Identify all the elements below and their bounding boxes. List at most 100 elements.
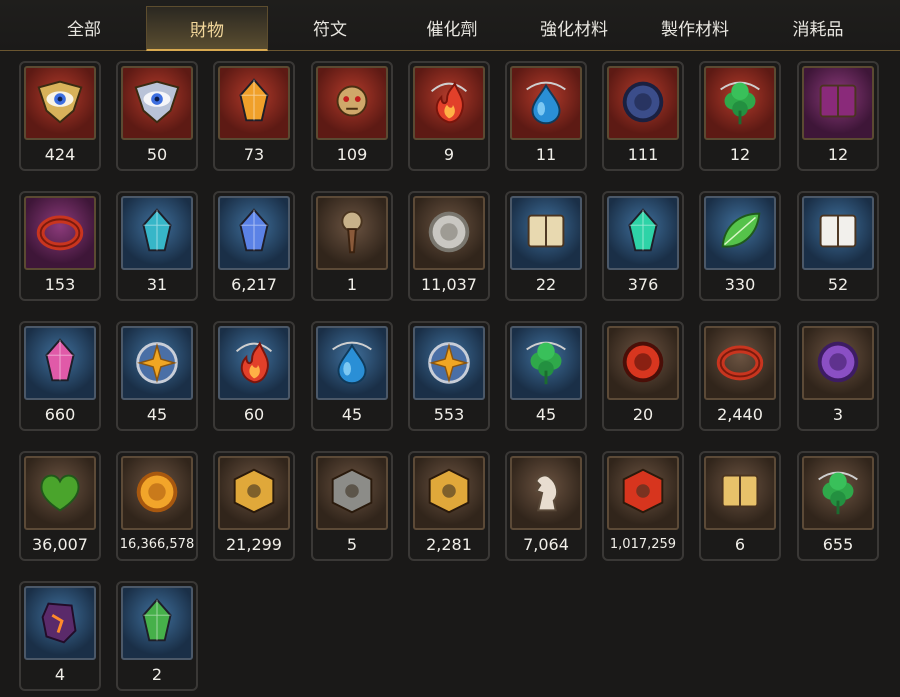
open-book-icon [517, 202, 575, 264]
inventory-slot[interactable]: 1 [311, 191, 393, 301]
tab-catalysts[interactable]: 催化劑 [392, 6, 512, 48]
item-frame [802, 66, 874, 140]
inventory-slot[interactable]: 11,037 [408, 191, 490, 301]
inventory-slot[interactable]: 50 [116, 61, 198, 171]
golden-ticket-icon [711, 462, 769, 524]
inventory-slot[interactable]: 2,281 [408, 451, 490, 561]
inventory-slot[interactable]: 16,366,578 [116, 451, 198, 561]
item-count: 424 [44, 145, 76, 164]
inventory-slot[interactable]: 109 [311, 61, 393, 171]
clover-pendant-icon [711, 72, 769, 134]
item-count: 11,037 [421, 275, 477, 294]
item-count: 6 [734, 535, 746, 554]
inventory-slot[interactable]: 2 [116, 581, 198, 691]
item-frame [121, 326, 193, 400]
inventory-slot[interactable]: 7,064 [505, 451, 587, 561]
item-frame [704, 196, 776, 270]
green-heart-icon [31, 462, 89, 524]
inventory-slot[interactable]: 22 [505, 191, 587, 301]
item-count: 553 [433, 405, 465, 424]
item-frame [316, 456, 388, 530]
item-count: 660 [44, 405, 76, 424]
inventory-slot[interactable]: 31 [116, 191, 198, 301]
item-frame [24, 326, 96, 400]
item-count: 109 [336, 145, 368, 164]
tab-enhancement-materials[interactable]: 強化材料 [514, 6, 634, 48]
item-frame [413, 456, 485, 530]
inventory-slot[interactable]: 660 [19, 321, 101, 431]
item-count: 12 [827, 145, 849, 164]
inventory-slot[interactable]: 36,007 [19, 451, 101, 561]
item-count: 1,017,259 [609, 537, 677, 552]
lava-orb-icon [614, 332, 672, 394]
tab-all[interactable]: 全部 [24, 6, 144, 48]
inventory-slot[interactable]: 655 [797, 451, 879, 561]
water-pendant-icon [323, 332, 381, 394]
item-count: 45 [535, 405, 557, 424]
inventory-slot[interactable]: 2,440 [699, 321, 781, 431]
item-frame [316, 196, 388, 270]
item-frame [802, 456, 874, 530]
item-count: 45 [341, 405, 363, 424]
tab-assets[interactable]: 財物 [146, 6, 268, 51]
item-count: 73 [243, 145, 265, 164]
item-frame [802, 196, 874, 270]
inventory-slot[interactable]: 21,299 [213, 451, 295, 561]
silver-coin-icon [420, 202, 478, 264]
item-frame [121, 66, 193, 140]
inventory-slot[interactable]: 6 [699, 451, 781, 561]
inventory-slot[interactable]: 6,217 [213, 191, 295, 301]
inventory-slot[interactable]: 424 [19, 61, 101, 171]
item-count: 20 [632, 405, 654, 424]
item-count: 50 [146, 145, 168, 164]
tab-crafting-materials[interactable]: 製作材料 [635, 6, 755, 48]
inventory-slot[interactable]: 12 [797, 61, 879, 171]
item-frame [510, 196, 582, 270]
item-count: 11 [535, 145, 557, 164]
item-frame [607, 456, 679, 530]
inventory-slot[interactable]: 45 [505, 321, 587, 431]
inventory-slot[interactable]: 45 [116, 321, 198, 431]
gold-hex-emblem-icon [225, 462, 283, 524]
inventory-slot[interactable]: 153 [19, 191, 101, 301]
teal-gem-icon [128, 202, 186, 264]
chess-knight-icon [517, 462, 575, 524]
inventory-slot[interactable]: 45 [311, 321, 393, 431]
inventory-slot[interactable]: 5 [311, 451, 393, 561]
inventory-slot[interactable]: 9 [408, 61, 490, 171]
inventory-slot[interactable]: 4 [19, 581, 101, 691]
golden-crystal-shard-icon [225, 72, 283, 134]
item-count: 111 [627, 145, 659, 164]
tab-runes[interactable]: 符文 [270, 6, 390, 48]
tab-consumables[interactable]: 消耗品 [758, 6, 878, 48]
inventory-slot[interactable]: 12 [699, 61, 781, 171]
inventory-slot[interactable]: 1,017,259 [602, 451, 684, 561]
item-frame [24, 66, 96, 140]
inventory-slot[interactable]: 73 [213, 61, 295, 171]
item-count: 12 [729, 145, 751, 164]
item-count: 376 [627, 275, 659, 294]
broken-ring-icon [31, 202, 89, 264]
inventory-slot[interactable]: 330 [699, 191, 781, 301]
inventory-slot[interactable]: 553 [408, 321, 490, 431]
item-count: 1 [346, 275, 358, 294]
item-frame [218, 456, 290, 530]
inventory-slot[interactable]: 376 [602, 191, 684, 301]
four-leaf-clover-icon [809, 462, 867, 524]
fire-pendant-icon [225, 332, 283, 394]
inventory-slot[interactable]: 20 [602, 321, 684, 431]
item-frame [24, 586, 96, 660]
inventory-slot[interactable]: 60 [213, 321, 295, 431]
item-count: 60 [243, 405, 265, 424]
inventory-slot[interactable]: 11 [505, 61, 587, 171]
card-scroll-icon [809, 202, 867, 264]
item-frame [510, 66, 582, 140]
inventory-slot[interactable]: 111 [602, 61, 684, 171]
inventory-slot[interactable]: 3 [797, 321, 879, 431]
fire-pendant-icon [420, 72, 478, 134]
item-frame [316, 326, 388, 400]
inventory-slot[interactable]: 52 [797, 191, 879, 301]
fist-emblem-icon [420, 462, 478, 524]
item-frame [413, 326, 485, 400]
silver-eye-crest-icon [128, 72, 186, 134]
